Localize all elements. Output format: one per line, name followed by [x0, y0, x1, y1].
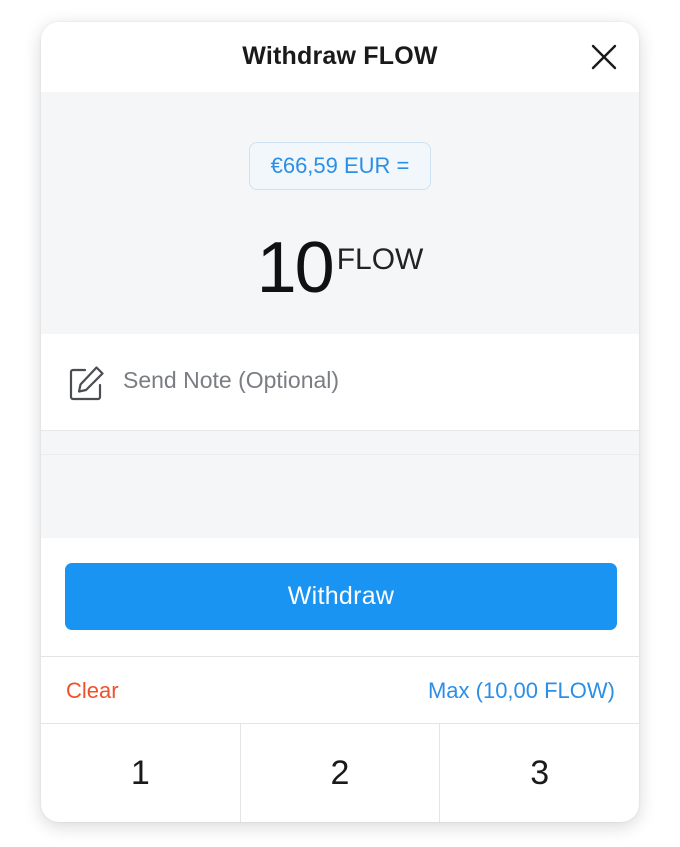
close-button[interactable]	[587, 40, 621, 74]
spacer-panel	[41, 431, 639, 538]
close-icon	[591, 44, 617, 70]
modal-header: Withdraw FLOW	[41, 22, 639, 92]
clear-button[interactable]: Clear	[66, 678, 119, 704]
send-note-input[interactable]	[123, 367, 603, 394]
send-note-field[interactable]	[41, 334, 639, 431]
action-area: Withdraw	[41, 538, 639, 657]
withdraw-modal: Withdraw FLOW €66,59 EUR = 10FLOW Withdr…	[41, 22, 639, 822]
keypad-key-1[interactable]: 1	[41, 724, 241, 822]
withdraw-button[interactable]: Withdraw	[65, 563, 617, 630]
max-amount-button[interactable]: Max (10,00 FLOW)	[428, 678, 615, 704]
quick-actions-row: Clear Max (10,00 FLOW)	[41, 657, 639, 724]
numeric-keypad: 1 2 3	[41, 724, 639, 822]
keypad-key-3[interactable]: 3	[440, 724, 639, 822]
amount-unit: FLOW	[336, 243, 424, 276]
keypad-key-2[interactable]: 2	[241, 724, 441, 822]
amount-value: 10	[256, 228, 335, 308]
amount-display: €66,59 EUR = 10 FLOW	[41, 92, 639, 334]
amount-row: 10 FLOW	[41, 227, 639, 309]
edit-note-icon	[69, 366, 104, 401]
divider	[41, 454, 639, 455]
modal-title: Withdraw FLOW	[242, 42, 438, 70]
fiat-conversion-badge[interactable]: €66,59 EUR =	[249, 142, 431, 190]
